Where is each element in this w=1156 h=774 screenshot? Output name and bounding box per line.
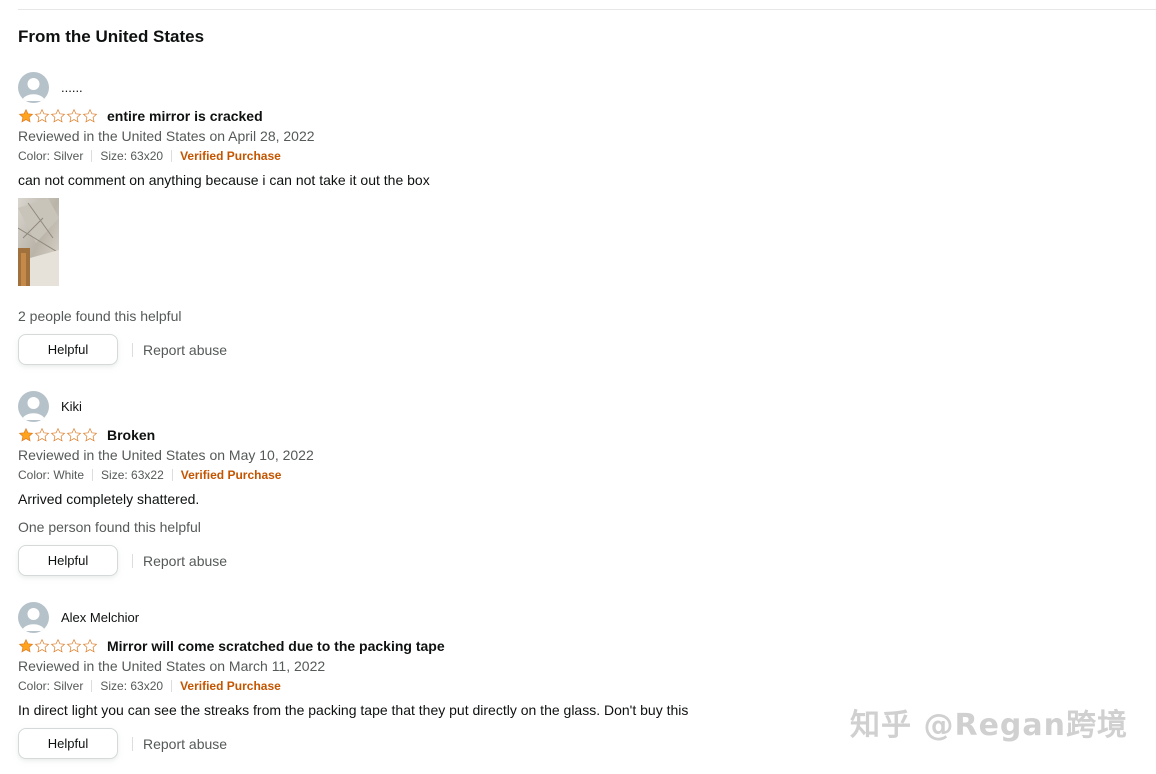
review-title[interactable]: Broken: [107, 427, 155, 443]
reviewer-profile[interactable]: ......: [18, 71, 1118, 103]
meta-divider: [171, 469, 173, 481]
review-body: can not comment on anything because i ca…: [18, 172, 430, 188]
verified-purchase-badge[interactable]: Verified Purchase: [181, 468, 282, 482]
star-empty-icon: [34, 638, 50, 653]
variant-color[interactable]: Color: Silver: [18, 679, 83, 693]
star-empty-icon: [50, 108, 66, 123]
star-empty-icon: [66, 638, 82, 653]
reviewer-profile[interactable]: Alex Melchior: [18, 601, 1118, 633]
review-date: Reviewed in the United States on May 10,…: [18, 447, 314, 463]
star-empty-icon: [66, 427, 82, 442]
star-empty-icon: [50, 638, 66, 653]
review-date: Reviewed in the United States on April 2…: [18, 128, 315, 144]
helpful-button[interactable]: Helpful: [18, 728, 118, 759]
variant-color[interactable]: Color: Silver: [18, 149, 83, 163]
reviewer-name: Kiki: [61, 398, 82, 414]
star-empty-icon: [82, 638, 98, 653]
review-photo-thumbnail[interactable]: [18, 198, 59, 286]
star-empty-icon: [50, 427, 66, 442]
star-rating[interactable]: [18, 427, 100, 443]
review-body: Arrived completely shattered.: [18, 491, 200, 507]
meta-divider: [92, 469, 94, 481]
meta-divider: [171, 680, 173, 692]
star-filled-icon: [18, 108, 34, 123]
avatar-icon: [18, 71, 49, 103]
action-divider: [132, 736, 133, 751]
meta-divider: [91, 680, 93, 692]
helpful-button[interactable]: Helpful: [18, 545, 118, 576]
reviewer-name: ......: [61, 79, 83, 95]
star-empty-icon: [82, 108, 98, 123]
star-empty-icon: [66, 108, 82, 123]
top-divider: [18, 9, 1156, 10]
watermark: 知乎 @Regan跨境: [850, 708, 1128, 743]
avatar-icon: [18, 390, 49, 422]
star-empty-icon: [34, 108, 50, 123]
action-divider: [132, 553, 133, 568]
report-abuse-link[interactable]: Report abuse: [143, 553, 227, 569]
helpful-count: One person found this helpful: [18, 519, 201, 535]
meta-divider: [171, 150, 173, 162]
variant-size[interactable]: Size: 63x22: [101, 468, 164, 482]
star-filled-icon: [18, 427, 34, 442]
review-title[interactable]: entire mirror is cracked: [107, 108, 263, 124]
star-empty-icon: [34, 427, 50, 442]
helpful-button[interactable]: Helpful: [18, 334, 118, 365]
star-rating[interactable]: [18, 108, 100, 124]
review-title[interactable]: Mirror will come scratched due to the pa…: [107, 638, 445, 654]
report-abuse-link[interactable]: Report abuse: [143, 342, 227, 358]
star-filled-icon: [18, 638, 34, 653]
review-card: ...... entire mirror is cracked Reviewed…: [18, 71, 1118, 365]
review-variant-meta: Color: White Size: 63x22 Verified Purcha…: [18, 465, 1118, 485]
star-rating[interactable]: [18, 638, 100, 654]
review-card: Kiki Broken Reviewed in the United State…: [18, 390, 1118, 576]
reviewer-profile[interactable]: Kiki: [18, 390, 1118, 422]
verified-purchase-badge[interactable]: Verified Purchase: [180, 679, 281, 693]
variant-color[interactable]: Color: White: [18, 468, 84, 482]
helpful-count: 2 people found this helpful: [18, 308, 182, 324]
variant-size[interactable]: Size: 63x20: [100, 679, 163, 693]
meta-divider: [91, 150, 93, 162]
reviews-page: From the United States ...... entire mir…: [0, 0, 1156, 774]
section-title: From the United States: [18, 27, 205, 46]
report-abuse-link[interactable]: Report abuse: [143, 736, 227, 752]
action-divider: [132, 342, 133, 357]
verified-purchase-badge[interactable]: Verified Purchase: [180, 149, 281, 163]
review-variant-meta: Color: Silver Size: 63x20 Verified Purch…: [18, 676, 1118, 696]
variant-size[interactable]: Size: 63x20: [100, 149, 163, 163]
review-variant-meta: Color: Silver Size: 63x20 Verified Purch…: [18, 146, 1118, 166]
star-empty-icon: [82, 427, 98, 442]
reviewer-name: Alex Melchior: [61, 609, 140, 625]
avatar-icon: [18, 601, 49, 633]
review-date: Reviewed in the United States on March 1…: [18, 658, 326, 674]
